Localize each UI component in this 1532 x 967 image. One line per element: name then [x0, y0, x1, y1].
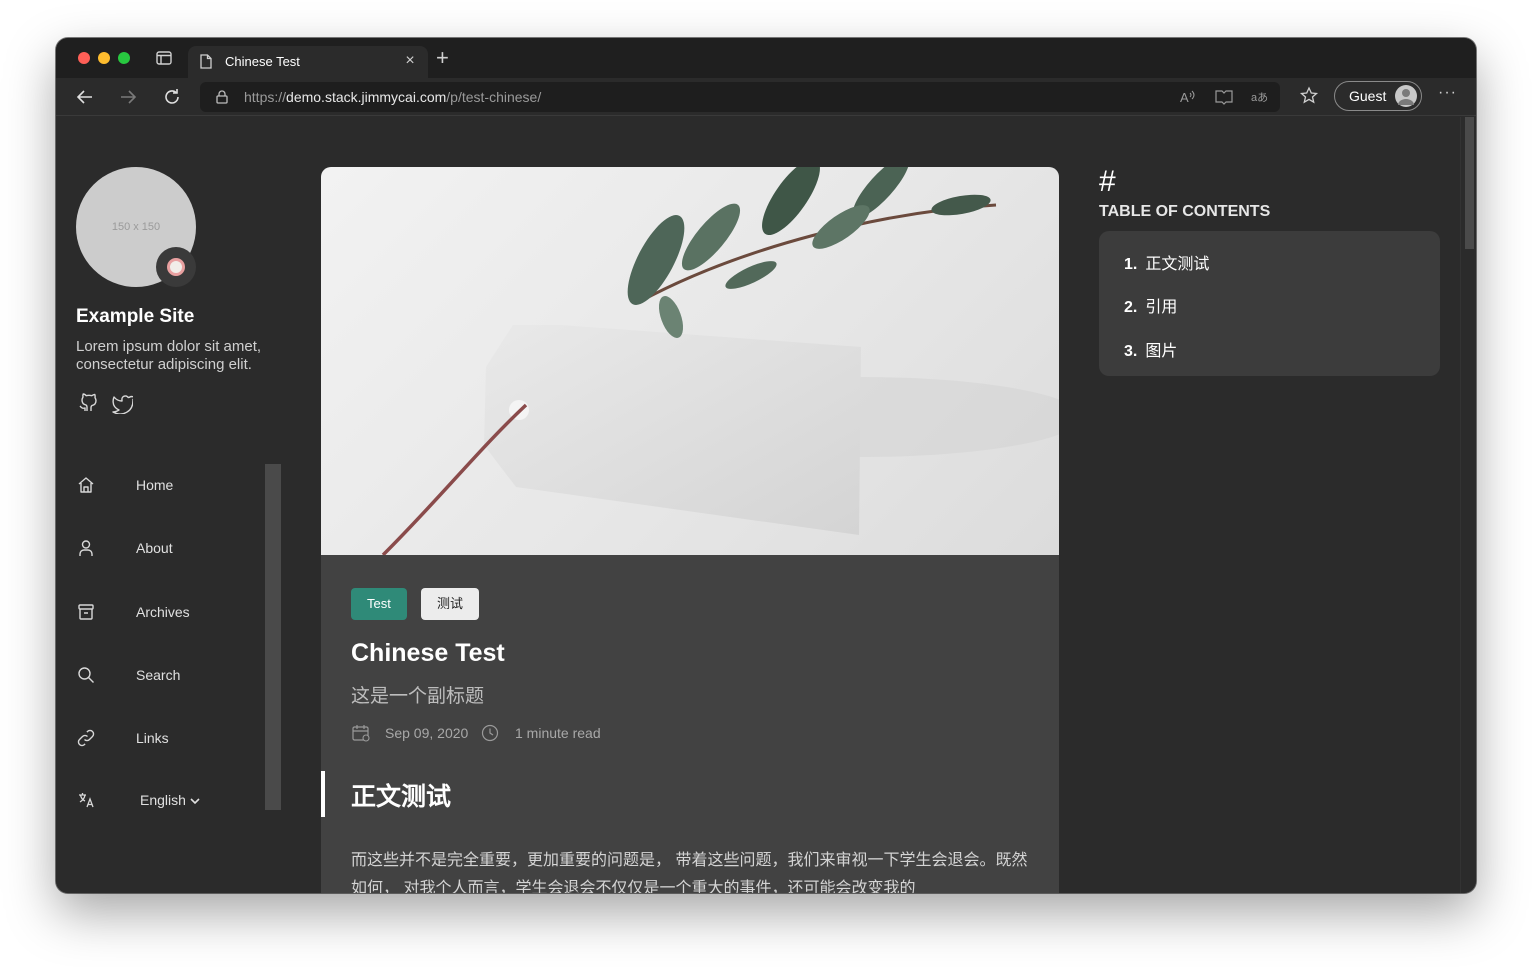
avatar-placeholder-text: 150 x 150: [111, 221, 161, 233]
emoji-icon: [167, 258, 185, 276]
minimize-window-button[interactable]: [98, 52, 110, 64]
home-icon: [76, 475, 96, 495]
toc-item[interactable]: 2. 引用: [1124, 293, 1177, 317]
calendar-icon: [351, 723, 371, 743]
favorites-icon[interactable]: [1299, 86, 1319, 111]
avatar-emoji: [156, 247, 196, 287]
reload-button[interactable]: [161, 86, 183, 108]
sidebar-scrollbar[interactable]: [265, 464, 281, 810]
toc-item[interactable]: 3. 图片: [1124, 337, 1177, 361]
tag-chinese[interactable]: 测试: [421, 588, 480, 620]
menu-label: Archives: [136, 604, 190, 620]
more-menu-button[interactable]: ···: [1438, 84, 1457, 102]
menu-label: Search: [136, 667, 181, 683]
new-tab-button[interactable]: +: [436, 47, 449, 69]
tab-close-icon[interactable]: ×: [402, 52, 418, 70]
article-card: Test 测试 Chinese Test 这是一个副标题 Sep 09, 202…: [321, 167, 1059, 893]
tab-title: Chinese Test: [225, 54, 300, 69]
clock-icon: [480, 723, 500, 743]
maximize-window-button[interactable]: [118, 52, 130, 64]
menu-item-about[interactable]: About: [76, 536, 256, 560]
translate-icon[interactable]: aあ: [1250, 88, 1270, 106]
menu-item-home[interactable]: Home: [76, 473, 256, 497]
chevron-down-icon: [190, 792, 200, 808]
article-title[interactable]: Chinese Test: [351, 639, 505, 668]
github-icon[interactable]: [77, 392, 99, 414]
menu-label: Links: [136, 730, 169, 746]
svg-text:A: A: [1180, 90, 1189, 105]
profile-label: Guest: [1349, 88, 1387, 104]
twitter-icon[interactable]: [111, 392, 136, 415]
lock-icon[interactable]: [216, 90, 228, 109]
language-select[interactable]: English: [140, 792, 200, 808]
table-of-contents: 1. 正文测试 2. 引用 3. 图片: [1099, 231, 1440, 376]
menu-item-archives[interactable]: Archives: [76, 600, 256, 624]
article-body: Test 测试 Chinese Test 这是一个副标题 Sep 09, 202…: [321, 555, 1059, 893]
toc-title: TABLE OF CONTENTS: [1099, 203, 1271, 220]
browser-window: Chinese Test × + https://demo.stack.jimm…: [56, 38, 1476, 893]
article-subtitle: 这是一个副标题: [351, 686, 485, 707]
scrollbar-thumb[interactable]: [1465, 117, 1474, 249]
profile-button[interactable]: Guest: [1334, 81, 1422, 111]
immersive-reader-icon[interactable]: [1214, 88, 1234, 106]
menu-item-links[interactable]: Links: [76, 726, 256, 750]
language-icon: [76, 790, 96, 810]
read-time: 1 minute read: [515, 725, 601, 741]
toc-item[interactable]: 1. 正文测试: [1124, 250, 1209, 274]
menu-label: Home: [136, 477, 174, 493]
svg-text:aあ: aあ: [1251, 91, 1268, 104]
browser-toolbar: https://demo.stack.jimmycai.com/p/test-c…: [56, 78, 1476, 116]
read-aloud-icon[interactable]: A: [1178, 88, 1198, 106]
archive-icon: [76, 602, 96, 622]
search-icon: [76, 665, 96, 685]
language-selector[interactable]: English: [76, 788, 256, 812]
article-hero-image[interactable]: [321, 167, 1059, 555]
site-title[interactable]: Example Site: [76, 306, 194, 328]
publish-date: Sep 09, 2020: [385, 725, 469, 741]
page-content: 150 x 150 Example Site Lorem ipsum dolor…: [56, 117, 1460, 893]
close-window-button[interactable]: [78, 52, 90, 64]
article-paragraph: 而这些并不是完全重要，更加重要的问题是， 带着这些问题，我们来审视一下学生会退会…: [351, 852, 1028, 893]
page-scrollbar[interactable]: [1460, 117, 1476, 893]
site-description: Lorem ipsum dolor sit amet, consectetur …: [76, 338, 262, 373]
url-text: https://demo.stack.jimmycai.com/p/test-c…: [244, 89, 542, 105]
tab-actions-icon[interactable]: [156, 51, 172, 65]
menu-item-search[interactable]: Search: [76, 663, 256, 687]
tab-chinese-test[interactable]: Chinese Test ×: [188, 46, 428, 78]
user-icon: [76, 538, 96, 558]
tag-test[interactable]: Test: [351, 588, 407, 620]
article-heading: 正文测试: [351, 783, 452, 811]
link-icon: [76, 728, 96, 748]
menu-label: About: [136, 540, 173, 556]
forward-button[interactable]: [117, 86, 139, 108]
toc-hash-icon: #: [1099, 165, 1116, 198]
page-icon: [200, 54, 212, 74]
guest-avatar-icon: [1395, 85, 1417, 107]
back-button[interactable]: [74, 86, 96, 108]
heading-accent-bar: [321, 771, 325, 817]
address-bar[interactable]: https://demo.stack.jimmycai.com/p/test-c…: [200, 82, 1280, 112]
tab-strip: Chinese Test × +: [56, 38, 1476, 78]
